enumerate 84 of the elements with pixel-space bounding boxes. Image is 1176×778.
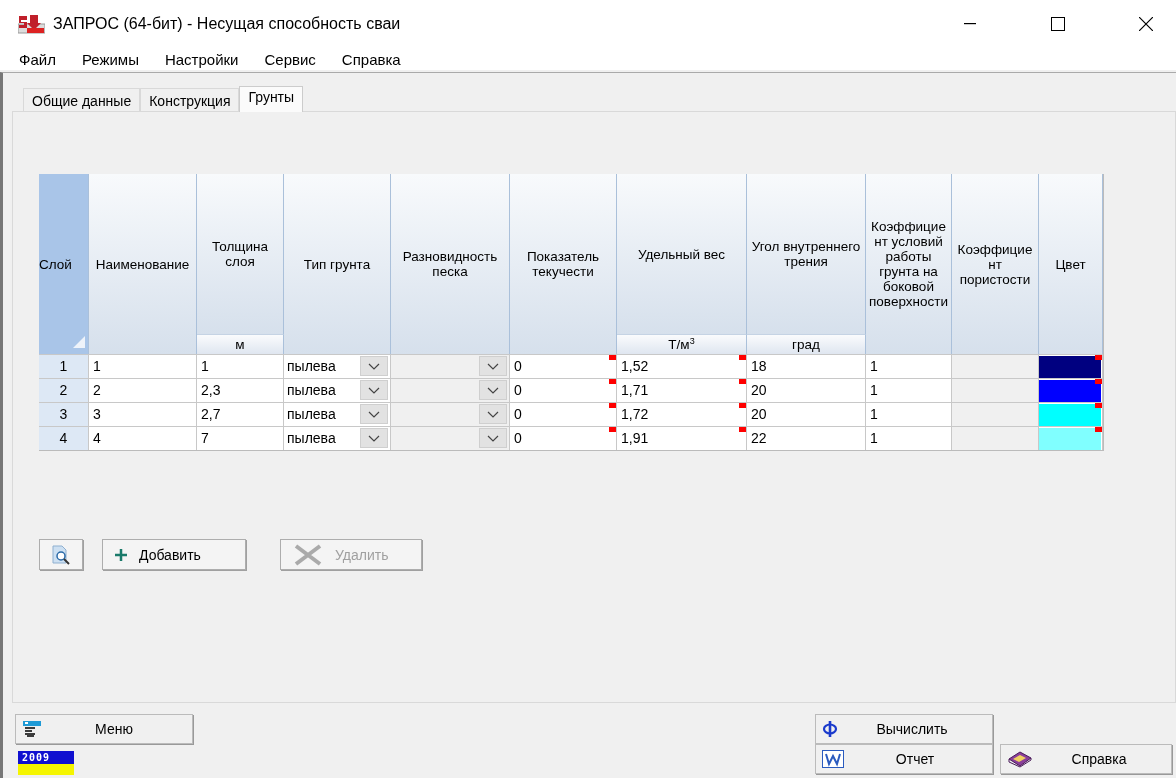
table-cell[interactable]: 1,72 xyxy=(617,402,747,426)
plus-icon xyxy=(115,548,127,561)
calculate-button[interactable]: Вычислить xyxy=(815,714,993,744)
word-document-icon xyxy=(822,750,844,768)
maximize-icon[interactable] xyxy=(1051,17,1065,31)
table-cell[interactable]: 1 xyxy=(866,402,952,426)
table-cell[interactable]: 1,91 xyxy=(617,426,747,450)
column-header[interactable]: Цвет xyxy=(1039,174,1103,354)
table-cell[interactable]: 2 xyxy=(89,378,197,402)
chevron-down-icon xyxy=(368,410,380,418)
table-cell[interactable]: 1 xyxy=(866,354,952,378)
color-swatch[interactable] xyxy=(1039,380,1101,402)
tab[interactable]: Грунты xyxy=(239,86,304,112)
cross-icon xyxy=(293,543,323,566)
table-cell[interactable]: 1,71 xyxy=(617,378,747,402)
app-icon xyxy=(18,14,45,34)
unit-label: м xyxy=(197,334,284,354)
table-cell[interactable]: 7 xyxy=(197,426,284,450)
table-cell[interactable]: 3 xyxy=(89,402,197,426)
column-header[interactable]: Наименование xyxy=(89,174,197,354)
report-button[interactable]: Отчет xyxy=(815,744,993,774)
phi-icon xyxy=(822,720,838,738)
table-cell[interactable]: 2,7 xyxy=(197,402,284,426)
dropdown-cell[interactable]: пылева xyxy=(284,402,391,426)
preview-button[interactable] xyxy=(39,539,83,570)
tab[interactable]: Конструкция xyxy=(140,88,240,111)
menu-item[interactable]: Сервис xyxy=(257,50,323,68)
table-cell[interactable]: 0 xyxy=(510,426,617,450)
table-cell[interactable]: 0 xyxy=(510,378,617,402)
unit-label: град xyxy=(747,334,866,354)
window-title: ЗАПРОС (64-бит) - Несущая способность сваи xyxy=(53,15,401,33)
row-number[interactable]: 3 xyxy=(39,402,89,426)
dropdown-cell[interactable]: пылева xyxy=(284,426,391,450)
column-header[interactable]: Тип грунта xyxy=(284,174,391,354)
chevron-down-icon xyxy=(487,386,499,394)
column-header[interactable]: Слой xyxy=(39,174,89,354)
column-header[interactable]: Показатель текучести xyxy=(510,174,617,354)
corner-triangle-icon xyxy=(73,336,85,348)
column-header[interactable]: Удельный вес xyxy=(617,174,747,334)
row-number[interactable]: 2 xyxy=(39,378,89,402)
dropdown-cell[interactable]: пылева xyxy=(284,354,391,378)
menu-item[interactable]: Настройки xyxy=(157,50,246,68)
menu-item[interactable]: Файл xyxy=(12,50,63,68)
help-button[interactable]: Справка xyxy=(1000,744,1172,774)
menu-item[interactable]: Режимы xyxy=(74,50,146,68)
color-swatch[interactable] xyxy=(1039,428,1101,450)
menu-button[interactable]: Меню xyxy=(15,714,193,744)
row-number[interactable]: 4 xyxy=(39,426,89,450)
menu-item[interactable]: Справка xyxy=(334,50,408,68)
column-header[interactable]: Угол внутреннего трения xyxy=(747,174,866,334)
table-cell[interactable]: 0 xyxy=(510,402,617,426)
column-header[interactable]: Коэффициент условий работы грунта на боковой поверхности xyxy=(866,174,952,354)
row-number[interactable]: 1 xyxy=(39,354,89,378)
column-header[interactable]: Толщина слоя xyxy=(197,174,284,334)
chevron-down-icon xyxy=(487,410,499,418)
add-button[interactable]: Добавить xyxy=(102,539,246,570)
tab[interactable]: Общие данные xyxy=(23,88,141,111)
table-cell[interactable]: 1 xyxy=(89,354,197,378)
table-cell[interactable]: 1 xyxy=(197,354,284,378)
color-swatch[interactable] xyxy=(1039,356,1101,378)
color-swatch[interactable] xyxy=(1039,404,1101,426)
table-cell[interactable]: 18 xyxy=(747,354,866,378)
chevron-down-icon xyxy=(368,386,380,394)
unit-label: Т/м$^{3}$ xyxy=(617,334,747,354)
table-cell[interactable]: 20 xyxy=(747,378,866,402)
table-cell[interactable]: 0 xyxy=(510,354,617,378)
page-magnifier-icon xyxy=(50,543,72,566)
chevron-down-icon xyxy=(487,434,499,442)
minimize-icon[interactable] xyxy=(964,23,976,25)
close-icon[interactable] xyxy=(1139,17,1153,31)
table-cell[interactable]: 20 xyxy=(747,402,866,426)
book-icon xyxy=(1007,750,1033,768)
year-badge: 2009 xyxy=(18,751,74,775)
table-cell[interactable]: 1 xyxy=(866,426,952,450)
document-icon xyxy=(22,720,42,738)
table-cell[interactable]: 1,52 xyxy=(617,354,747,378)
chevron-down-icon xyxy=(487,362,499,370)
table-cell[interactable]: 22 xyxy=(747,426,866,450)
table-cell[interactable]: 1 xyxy=(866,378,952,402)
chevron-down-icon xyxy=(368,362,380,370)
chevron-down-icon xyxy=(368,434,380,442)
dropdown-cell[interactable]: пылева xyxy=(284,378,391,402)
table-cell[interactable]: 2,3 xyxy=(197,378,284,402)
table-cell[interactable]: 4 xyxy=(89,426,197,450)
